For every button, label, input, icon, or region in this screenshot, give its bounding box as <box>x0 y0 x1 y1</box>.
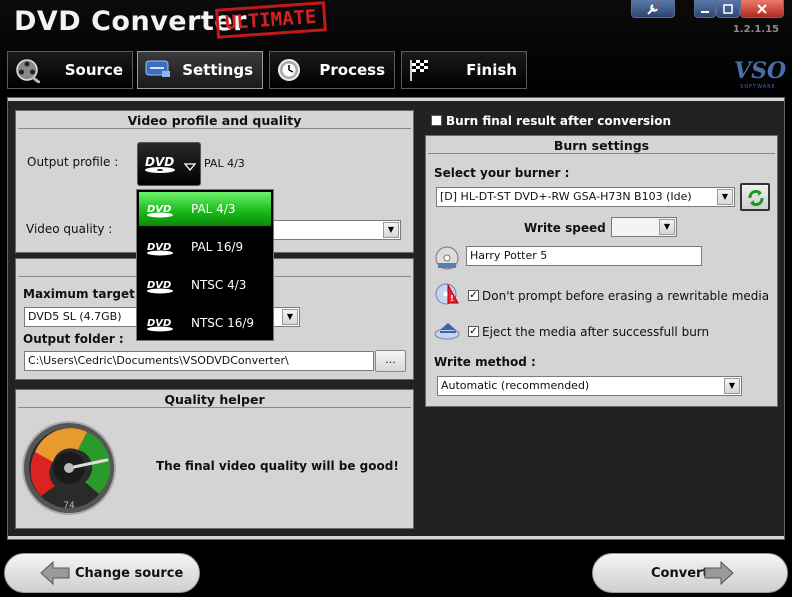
output-folder-input[interactable]: C:\Users\Cedric\Documents\VSODVDConverte… <box>24 351 374 371</box>
erase-disc-icon: ! <box>435 283 459 305</box>
menu-item-pal-4-3[interactable]: DVD PAL 4/3 <box>139 192 271 226</box>
tab-finish[interactable]: Finish <box>401 51 527 89</box>
tab-settings-label: Settings <box>182 61 253 79</box>
quality-gauge: 74 <box>22 421 116 515</box>
write-speed-label: Write speed : <box>524 221 615 235</box>
volume-label-input[interactable]: Harry Potter 5 <box>466 246 702 266</box>
settings-icon <box>145 60 170 77</box>
no-prompt-label: Don't prompt before erasing a rewritable… <box>482 289 770 303</box>
menu-item-label: NTSC 4/3 <box>191 278 247 292</box>
tab-process-label: Process <box>319 61 385 79</box>
change-source-button[interactable]: Change source <box>4 553 200 593</box>
eject-checkbox[interactable]: ✓ <box>468 326 479 337</box>
dvd-logo-icon: DVD <box>147 204 173 218</box>
write-method-combo[interactable]: Automatic (recommended) ▼ <box>437 376 742 396</box>
output-profile-value: PAL 4/3 <box>204 157 245 170</box>
tab-finish-label: Finish <box>466 61 517 79</box>
checkered-flag-icon <box>410 60 428 81</box>
menu-item-ntsc-4-3[interactable]: DVD NTSC 4/3 <box>139 268 271 302</box>
maximize-button[interactable] <box>716 0 740 18</box>
menu-item-pal-16-9[interactable]: DVD PAL 16/9 <box>139 230 271 264</box>
maximize-icon <box>723 3 733 14</box>
write-method-value: Automatic (recommended) <box>441 379 590 392</box>
write-speed-combo[interactable]: ▼ <box>611 217 677 237</box>
svg-text:DVD: DVD <box>145 155 174 169</box>
output-folder-label: Output folder : <box>23 332 124 346</box>
dvd-logo-icon: DVD <box>147 280 173 294</box>
convert-label: Convert <box>651 565 709 581</box>
eject-disc-icon <box>434 323 460 340</box>
chevron-down-icon[interactable]: ▼ <box>282 309 298 325</box>
change-source-label: Change source <box>75 565 184 581</box>
quality-message: The final video quality will be good! <box>156 459 399 473</box>
output-profile-menu: DVD PAL 4/3 DVD PAL 16/9 DVD NTSC 4/3 DV… <box>136 189 274 341</box>
minimize-icon <box>701 10 709 13</box>
burn-after-checkbox[interactable] <box>431 115 442 126</box>
wrench-icon <box>647 2 659 15</box>
quality-helper-group: Quality helper 74 The final video qualit… <box>15 389 414 529</box>
gauge-readout: 74 <box>63 501 75 511</box>
burn-settings-group: Burn settings Select your burner : [D] H… <box>425 135 778 407</box>
burn-settings-title: Burn settings <box>428 138 775 154</box>
tools-button[interactable] <box>631 0 675 18</box>
video-quality-label: Video quality : <box>26 222 113 236</box>
arrow-right-icon <box>704 560 734 586</box>
film-reel-icon <box>16 59 40 83</box>
arrow-left-icon <box>40 560 70 586</box>
clock-icon <box>278 59 300 81</box>
vso-logo-subtitle: SOFTWARE <box>740 84 776 90</box>
chevron-down-icon[interactable]: ▼ <box>383 222 399 238</box>
menu-item-ntsc-16-9[interactable]: DVD NTSC 16/9 <box>139 306 271 340</box>
dvd-logo-icon: DVD <box>147 318 173 332</box>
menu-item-label: NTSC 16/9 <box>191 316 255 330</box>
tab-source[interactable]: Source <box>7 51 133 89</box>
disc-label-icon <box>435 246 459 270</box>
refresh-burners-button[interactable] <box>740 183 770 211</box>
select-burner-label: Select your burner : <box>434 166 570 180</box>
dvd-logo-icon: DVD <box>147 242 173 256</box>
close-icon <box>757 3 767 14</box>
dvd-logo-icon: DVD <box>145 155 175 173</box>
svg-text:!: ! <box>450 294 454 303</box>
version-label: 1.2.1.15 <box>732 24 779 35</box>
close-button[interactable] <box>740 0 784 18</box>
chevron-down-icon <box>184 163 196 171</box>
chevron-down-icon[interactable]: ▼ <box>717 189 733 205</box>
output-profile-label: Output profile : <box>27 155 119 169</box>
app-title: DVD Converter <box>14 6 247 37</box>
tab-process[interactable]: Process <box>269 51 395 89</box>
max-size-value: DVD5 SL (4.7GB) <box>28 310 122 323</box>
chevron-down-icon[interactable]: ▼ <box>724 378 740 394</box>
quality-helper-title: Quality helper <box>18 392 411 408</box>
no-prompt-checkbox[interactable]: ✓ <box>468 290 479 301</box>
eject-label: Eject the media after successfull burn <box>482 325 710 339</box>
burn-after-label: Burn final result after conversion <box>446 114 672 128</box>
chevron-down-icon[interactable]: ▼ <box>659 219 675 235</box>
output-profile-dropdown[interactable]: DVD <box>137 142 201 186</box>
minimize-button[interactable] <box>694 0 716 18</box>
refresh-icon <box>748 190 764 206</box>
tab-settings[interactable]: Settings <box>137 51 263 89</box>
menu-item-label: PAL 4/3 <box>191 202 236 216</box>
video-profile-title: Video profile and quality <box>18 113 411 129</box>
burner-combo[interactable]: [D] HL-DT-ST DVD+-RW GSA-H73N B103 (Ide)… <box>436 187 735 207</box>
menu-item-label: PAL 16/9 <box>191 240 244 254</box>
burner-value: [D] HL-DT-ST DVD+-RW GSA-H73N B103 (Ide) <box>440 190 692 203</box>
convert-button[interactable]: Convert <box>592 553 788 593</box>
write-method-label: Write method : <box>434 355 536 369</box>
browse-folder-button[interactable]: ... <box>375 350 406 372</box>
tab-source-label: Source <box>64 61 123 79</box>
